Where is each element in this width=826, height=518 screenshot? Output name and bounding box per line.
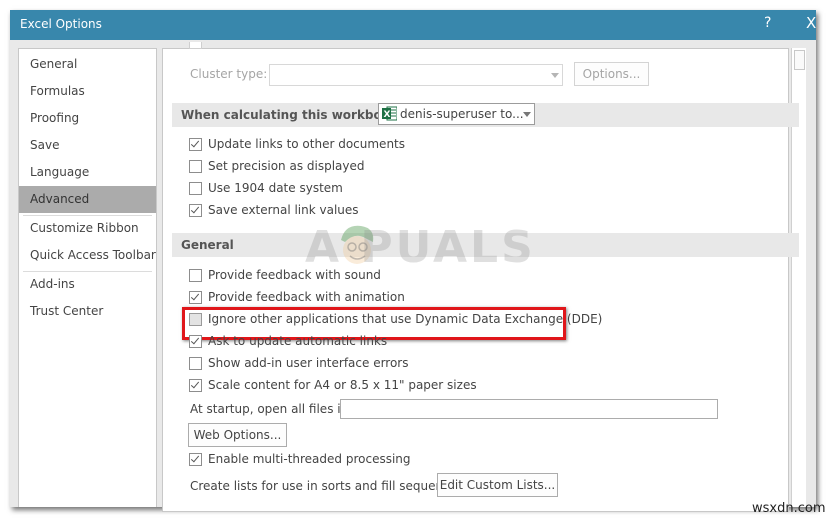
sidebar-item-label: Trust Center — [30, 304, 104, 318]
partial-checkbox — [189, 42, 202, 49]
custom-lists-label: Create lists for use in sorts and fill s… — [190, 479, 468, 493]
title-bar: Excel Options ? X — [10, 10, 816, 40]
sidebar-item-label: Formulas — [30, 84, 85, 98]
sidebar-item-add-ins[interactable]: Add-ins — [19, 271, 156, 298]
sidebar-item-label: Proofing — [30, 111, 80, 125]
sidebar-item-general[interactable]: General — [19, 51, 156, 78]
site-watermark: wsxdn.com — [752, 501, 826, 516]
workbook-select[interactable]: X denis-superuser to... — [378, 103, 535, 125]
sidebar-item-trust-center[interactable]: Trust Center — [19, 298, 156, 325]
sidebar-item-label: Language — [30, 165, 90, 179]
update-links-label[interactable]: Update links to other documents — [208, 137, 405, 151]
set-precision-checkbox[interactable] — [189, 160, 202, 173]
svg-text:X: X — [384, 110, 391, 120]
window-title: Excel Options — [20, 17, 102, 31]
cluster-type-label: Cluster type: — [190, 67, 268, 81]
cluster-options-button[interactable]: Options... — [574, 62, 649, 86]
sidebar-nav: General Formulas Proofing Save Language … — [18, 48, 157, 507]
sidebar-item-quick-access-toolbar[interactable]: Quick Access Toolbar — [19, 242, 156, 269]
feedback-sound-checkbox[interactable] — [189, 269, 202, 282]
date-1904-label[interactable]: Use 1904 date system — [208, 181, 343, 195]
scale-content-label[interactable]: Scale content for A4 or 8.5 x 11" paper … — [208, 378, 477, 392]
sidebar-item-label: Add-ins — [30, 277, 75, 291]
addin-ui-errors-label[interactable]: Show add-in user interface errors — [208, 356, 409, 370]
cluster-type-dropdown[interactable] — [269, 64, 563, 86]
scrollbar-thumb[interactable] — [794, 50, 805, 70]
workbook-select-value: denis-superuser to... — [400, 107, 524, 121]
help-button[interactable]: ? — [764, 15, 771, 31]
close-button[interactable]: X — [806, 14, 816, 32]
ask-update-links-checkbox[interactable] — [189, 335, 202, 348]
sidebar-item-label: Save — [30, 138, 60, 152]
sidebar-item-label: Customize Ribbon — [30, 221, 139, 235]
chevron-down-icon — [523, 112, 531, 117]
sidebar-item-formulas[interactable]: Formulas — [19, 78, 156, 105]
sidebar-item-customize-ribbon[interactable]: Customize Ribbon — [19, 215, 156, 242]
edit-custom-lists-button[interactable]: Edit Custom Lists... — [437, 473, 558, 497]
update-links-checkbox[interactable] — [189, 138, 202, 151]
sidebar-item-save[interactable]: Save — [19, 132, 156, 159]
sidebar-item-label: Quick Access Toolbar — [30, 248, 156, 262]
scale-content-checkbox[interactable] — [189, 379, 202, 392]
sidebar-item-proofing[interactable]: Proofing — [19, 105, 156, 132]
addin-ui-errors-checkbox[interactable] — [189, 357, 202, 370]
feedback-sound-label[interactable]: Provide feedback with sound — [208, 268, 381, 282]
feedback-animation-checkbox[interactable] — [189, 291, 202, 304]
calc-section-title: When calculating this workbook: — [181, 108, 403, 122]
feedback-animation-label[interactable]: Provide feedback with animation — [208, 290, 405, 304]
web-options-button[interactable]: Web Options... — [188, 423, 287, 447]
sidebar-item-advanced[interactable]: Advanced — [19, 186, 156, 213]
chevron-down-icon — [551, 73, 559, 78]
sidebar-item-label: General — [30, 57, 78, 71]
excel-icon: X — [382, 106, 397, 121]
startup-folder-input[interactable] — [340, 399, 718, 419]
multithread-label[interactable]: Enable multi-threaded processing — [208, 452, 411, 466]
set-precision-label[interactable]: Set precision as displayed — [208, 159, 365, 173]
startup-folder-label: At startup, open all files in: — [190, 402, 353, 416]
sidebar-item-label: Advanced — [30, 192, 90, 206]
general-section-title: General — [181, 238, 234, 252]
save-external-links-label[interactable]: Save external link values — [208, 203, 359, 217]
appuals-watermark: A PUALS — [305, 222, 536, 273]
date-1904-checkbox[interactable] — [189, 182, 202, 195]
sidebar-item-language[interactable]: Language — [19, 159, 156, 186]
multithread-checkbox[interactable] — [189, 453, 202, 466]
ask-update-links-label[interactable]: Ask to update automatic links — [208, 334, 387, 348]
save-external-links-checkbox[interactable] — [189, 204, 202, 217]
